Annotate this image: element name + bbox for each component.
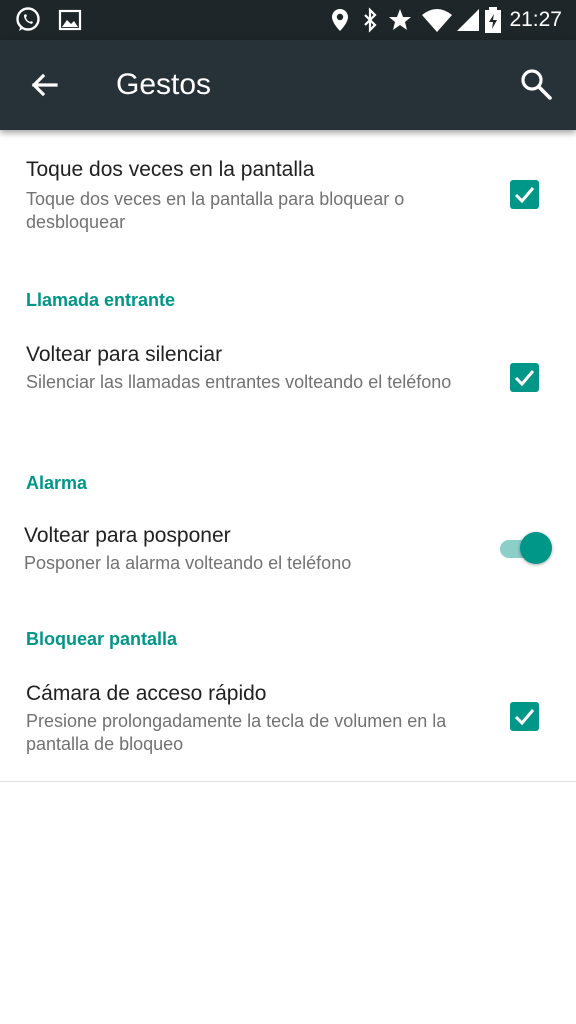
switch-thumb: [520, 532, 552, 564]
bluetooth-icon: [364, 7, 377, 33]
pref-flip-to-snooze[interactable]: Voltear para posponer Posponer la alarma…: [0, 515, 576, 595]
pref-title: Toque dos veces en la pantalla: [26, 158, 315, 181]
location-icon: [332, 9, 348, 31]
status-time: 21:27: [509, 8, 562, 31]
pref-flip-to-mute[interactable]: Voltear para silenciar Silenciar las lla…: [0, 333, 576, 433]
battery-charging-icon: [485, 7, 501, 33]
category-lock-screen: Bloquear pantalla: [26, 629, 178, 649]
pref-double-tap[interactable]: Toque dos veces en la pantalla Toque dos…: [0, 150, 576, 250]
pref-quick-camera[interactable]: Cámara de acceso rápido Presione prolong…: [0, 672, 576, 772]
pref-summary: Posponer la alarma volteando el teléfono: [24, 553, 352, 573]
star-icon: [389, 9, 411, 30]
pref-title: Voltear para silenciar: [26, 343, 223, 366]
checkbox-quick-camera[interactable]: [510, 702, 539, 731]
image-icon: [58, 9, 82, 31]
whatsapp-icon: [16, 7, 40, 31]
check-icon: [514, 709, 535, 726]
check-icon: [514, 187, 535, 204]
check-icon: [514, 370, 535, 387]
pref-summary: Silenciar las llamadas entrantes voltean…: [26, 372, 452, 392]
app-bar: Gestos: [0, 40, 576, 130]
wifi-icon: [422, 9, 452, 32]
checkbox-flip-to-mute[interactable]: [510, 363, 539, 392]
arrow-back-icon[interactable]: [26, 66, 64, 104]
search-icon[interactable]: [518, 66, 554, 102]
pref-title: Voltear para posponer: [24, 524, 231, 547]
pref-title: Cámara de acceso rápido: [26, 682, 267, 705]
category-incoming-call: Llamada entrante: [26, 290, 176, 310]
page-title: Gestos: [116, 68, 212, 101]
signal-icon: [457, 9, 479, 31]
category-alarm: Alarma: [26, 473, 88, 493]
status-bar: 21:27: [0, 0, 576, 40]
checkbox-double-tap[interactable]: [510, 180, 539, 209]
pref-summary: Presione prolongadamente la tecla de vol…: [26, 711, 447, 754]
list-divider: [0, 781, 576, 782]
pref-summary: Toque dos veces en la pantalla para bloq…: [26, 189, 405, 232]
switch-flip-to-snooze[interactable]: [498, 527, 556, 567]
